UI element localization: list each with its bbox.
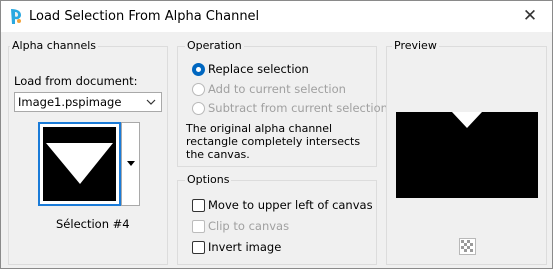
paintshop-pro-icon: [11, 9, 21, 24]
move-to-upper-left-checkbox[interactable]: [192, 199, 205, 212]
chevron-down-icon: [146, 99, 156, 105]
selection-name: Sélection #4: [56, 217, 130, 231]
checkerboard-icon[interactable]: [459, 238, 476, 255]
add-to-selection-radio[interactable]: [192, 83, 205, 96]
document-dropdown[interactable]: Image1.pspimage: [14, 92, 162, 112]
close-icon[interactable]: ✕: [520, 6, 540, 26]
options-title: Options: [185, 173, 232, 186]
add-to-selection-label[interactable]: Add to current selection: [208, 82, 346, 96]
dropdown-arrow-icon: [127, 161, 135, 166]
alpha-channel-thumbnail[interactable]: [38, 122, 121, 206]
replace-selection-radio[interactable]: [192, 63, 205, 76]
channel-list-dropdown-button[interactable]: [121, 122, 140, 206]
subtract-from-selection-label[interactable]: Subtract from current selection: [208, 101, 388, 115]
document-dropdown-value: Image1.pspimage: [18, 95, 122, 109]
operation-description: The original alpha channel rectangle com…: [186, 122, 361, 161]
window-title: Load Selection From Alpha Channel: [29, 9, 260, 24]
alpha-channels-title: Alpha channels: [10, 39, 99, 52]
clip-to-canvas-label[interactable]: Clip to canvas: [208, 219, 289, 233]
invert-image-label[interactable]: Invert image: [208, 240, 281, 254]
invert-image-checkbox[interactable]: [192, 241, 205, 254]
title-bar: Load Selection From Alpha Channel ✕: [1, 1, 552, 32]
load-from-document-label: Load from document:: [14, 74, 138, 88]
subtract-from-selection-radio[interactable]: [192, 102, 205, 115]
operation-title: Operation: [185, 39, 244, 52]
replace-selection-label[interactable]: Replace selection: [208, 62, 309, 76]
selection-thumbnail-image: [43, 127, 116, 201]
clip-to-canvas-checkbox[interactable]: [192, 220, 205, 233]
preview-title: Preview: [392, 39, 439, 52]
preview-image: [396, 112, 538, 198]
move-to-upper-left-label[interactable]: Move to upper left of canvas: [208, 198, 373, 212]
